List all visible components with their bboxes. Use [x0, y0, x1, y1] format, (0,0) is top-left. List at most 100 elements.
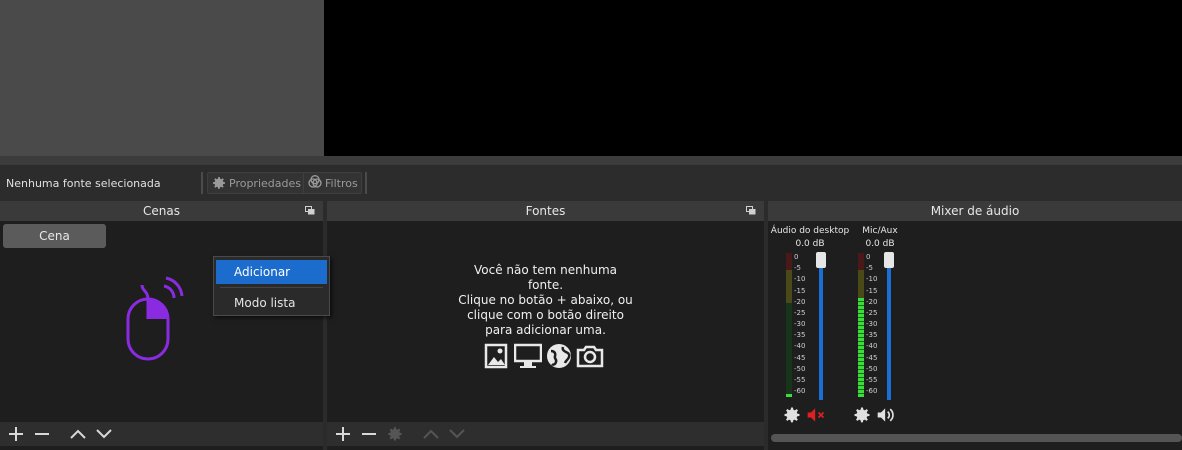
minus-icon: [362, 433, 376, 435]
channel-volume-db: 0.0 dB: [865, 239, 895, 249]
meter-tick-label: -15: [866, 286, 878, 295]
channel-controls: [852, 405, 896, 425]
meter-tick-label: -20: [866, 297, 878, 306]
meter-tick-label: -20: [794, 297, 806, 306]
mixer-title: Mixer de áudio: [930, 204, 1020, 218]
properties-button[interactable]: Propriedades: [207, 172, 305, 194]
image-icon: [484, 343, 508, 369]
meter-tick-label: -5: [866, 264, 873, 273]
channel-name: Mic/Aux: [862, 226, 898, 236]
gear-icon: [213, 177, 225, 189]
move-source-up-button[interactable]: [419, 423, 443, 445]
move-source-down-button[interactable]: [445, 423, 469, 445]
chevron-down-icon: [96, 429, 112, 439]
filters-label: Filtros: [325, 176, 358, 190]
scenes-title: Cenas: [143, 204, 180, 218]
preview-side-panel: [0, 0, 324, 156]
minus-icon: [35, 433, 49, 435]
sources-footer: [327, 422, 764, 446]
meter-tick-label: -50: [866, 364, 878, 373]
chevron-down-icon: [449, 429, 465, 439]
meter-tick-label: -10: [794, 275, 806, 284]
meter-tick-label: -30: [866, 320, 878, 328]
meter-ticks: 0 -5 -10 -15 -20 -25 -30 -35 -40 -45 -50 -55 -60: [792, 253, 814, 397]
gear-icon[interactable]: [852, 405, 872, 425]
scenes-footer: [0, 422, 323, 446]
mixer-channel-desktop: Áudio do desktop 0.0 dB 0 -5 -10 -15 -20 -25 -…: [770, 223, 850, 423]
mixer-horizontal-scrollbar[interactable]: [771, 434, 1182, 442]
channel-volume-db: 0.0 dB: [795, 239, 825, 249]
meter-ticks: 0 -5 -10 -15 -20 -25 -30 -35 -40 -45 -50 -55 -60: [864, 253, 886, 397]
meter-tick-label: -40: [866, 342, 878, 351]
meter-tick-label: -60: [794, 387, 806, 395]
properties-label: Propriedades: [229, 176, 301, 190]
source-properties-button[interactable]: [383, 423, 407, 445]
add-scene-button[interactable]: [4, 423, 28, 445]
camera-icon: [576, 345, 604, 368]
globe-icon: [547, 344, 571, 368]
source-toolbar: Nenhuma fonte selecionada Propriedades F…: [0, 164, 1182, 200]
chevron-up-icon: [423, 429, 439, 439]
remove-source-button[interactable]: [357, 423, 381, 445]
meter-tick-label: -15: [794, 286, 806, 295]
meter-tick-label: -35: [866, 331, 878, 340]
gear-icon: [388, 427, 402, 441]
volume-fader-handle[interactable]: [884, 252, 894, 268]
meter-tick-label: -50: [794, 364, 806, 373]
meter-tick-label: -35: [794, 331, 806, 340]
plus-icon: [336, 427, 350, 441]
menu-item-add[interactable]: Adicionar: [216, 260, 327, 284]
meter-tick-label: -25: [866, 308, 878, 317]
speaker-icon[interactable]: [876, 405, 896, 425]
gear-icon[interactable]: [782, 405, 802, 425]
sources-dock-title: Fontes: [327, 201, 764, 221]
meter-tick-label: -5: [794, 264, 801, 273]
meter-tick-label: -10: [866, 275, 878, 284]
meter-tick-label: 0: [794, 253, 799, 261]
meter-tick-label: -30: [794, 320, 806, 328]
audio-mixer-dock: Mixer de áudio Áudio do desktop 0.0 dB 0…: [768, 201, 1182, 450]
float-dock-icon[interactable]: [746, 206, 756, 215]
meter-tick-label: -40: [794, 342, 806, 351]
meter-tick-label: -60: [866, 387, 878, 395]
toolbar-separator: [365, 172, 367, 194]
meter-tick-label: -45: [866, 353, 878, 362]
meter-tick-label: -45: [794, 353, 806, 362]
menu-separator: [220, 287, 323, 288]
volume-fader-handle[interactable]: [816, 252, 826, 268]
display-icon: [514, 343, 542, 368]
scene-item[interactable]: Cena: [3, 224, 106, 248]
channel-controls: [782, 405, 826, 425]
float-dock-icon[interactable]: [305, 206, 315, 215]
toolbar-separator: [201, 172, 203, 194]
meter-tick-label: -55: [794, 375, 806, 384]
meter-tick-label: 0: [866, 253, 871, 261]
no-source-label: Nenhuma fonte selecionada: [6, 177, 161, 190]
meter-tick-label: -55: [866, 375, 878, 384]
scenes-dock-title: Cenas: [0, 201, 323, 221]
add-source-button[interactable]: [331, 423, 355, 445]
volume-fader-track[interactable]: [819, 255, 823, 400]
channel-name: Áudio do desktop: [770, 226, 850, 236]
meter-tick-label: -25: [794, 308, 806, 317]
mouse-icon: [126, 276, 184, 361]
move-scene-down-button[interactable]: [92, 423, 116, 445]
remove-scene-button[interactable]: [30, 423, 54, 445]
menu-item-list-mode[interactable]: Modo lista: [216, 291, 327, 315]
volume-fader-track[interactable]: [887, 255, 891, 400]
plus-icon: [9, 427, 23, 441]
sources-title: Fontes: [525, 204, 566, 218]
source-type-icons: [483, 343, 604, 369]
sources-dock: Fontes Você não tem nenhuma fonte. Cliqu…: [327, 201, 764, 450]
context-menu: Adicionar Modo lista: [213, 256, 330, 316]
scenes-dock: Cenas Cena: [0, 201, 323, 450]
empty-sources-message: Você não tem nenhuma fonte. Clique no bo…: [458, 263, 633, 337]
chevron-up-icon: [70, 429, 86, 439]
filters-icon: [308, 175, 322, 188]
preview-canvas[interactable]: [324, 0, 1182, 156]
move-scene-up-button[interactable]: [66, 423, 90, 445]
speaker-muted-icon[interactable]: [806, 405, 826, 425]
mixer-channel-mic: Mic/Aux 0.0 dB 0 -5 -10 -15 -20 -25 -30 -35 -40 -…: [840, 223, 920, 423]
mixer-dock-title: Mixer de áudio: [768, 201, 1182, 221]
filters-button[interactable]: Filtros: [303, 172, 362, 194]
